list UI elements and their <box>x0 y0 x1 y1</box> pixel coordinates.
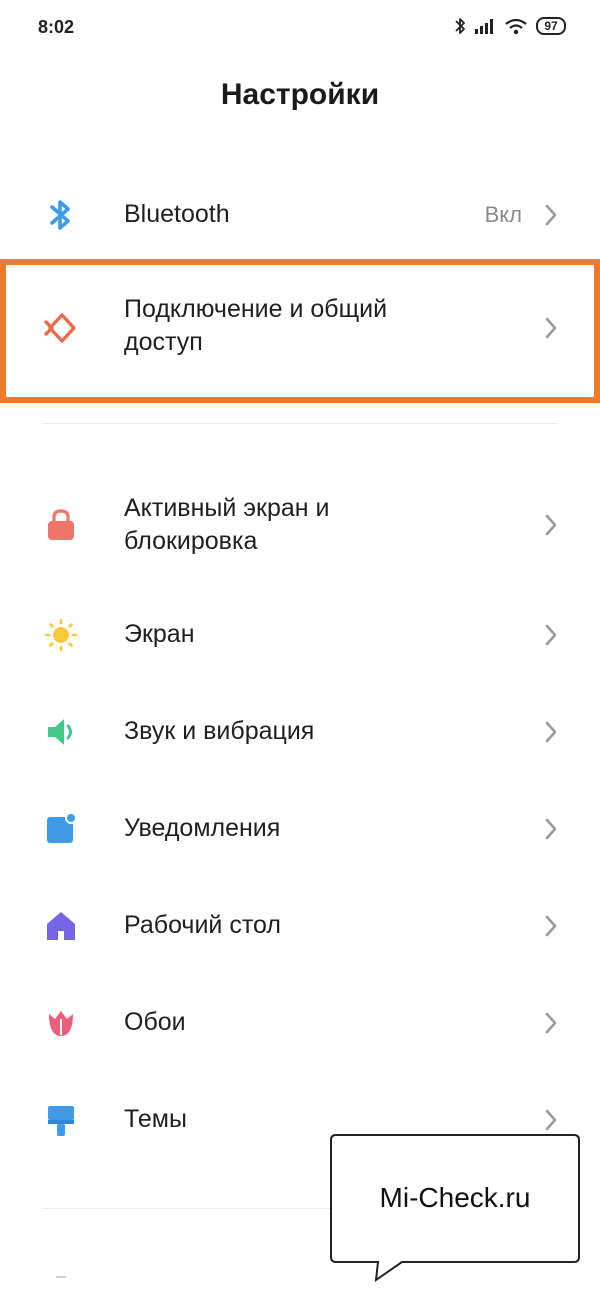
settings-item-sound[interactable]: Звук и вибрация <box>0 697 600 767</box>
wallpaper-flower-icon <box>42 1004 80 1042</box>
bluetooth-status-icon <box>455 18 465 34</box>
settings-item-connection-sharing[interactable]: Подключение и общий доступ <box>0 265 600 397</box>
chevron-right-icon <box>545 1109 557 1131</box>
chevron-right-icon <box>545 514 557 536</box>
settings-item-label: Обои <box>124 1008 186 1036</box>
partial-icon-hint <box>56 1276 66 1278</box>
settings-item-home-screen[interactable]: Рабочий стол <box>0 891 600 961</box>
status-bar: 8:02 97 <box>0 0 600 58</box>
status-time: 8:02 <box>38 17 75 37</box>
settings-item-label: Экран <box>124 620 195 648</box>
watermark-callout: Mi-Check.ru <box>330 1134 580 1282</box>
lock-icon <box>42 506 80 544</box>
chevron-right-icon <box>545 317 557 339</box>
settings-item-label: Bluetooth <box>124 200 230 228</box>
brush-icon <box>42 1101 80 1139</box>
watermark-text: Mi-Check.ru <box>379 1182 531 1213</box>
bluetooth-status-value: Вкл <box>484 202 522 227</box>
chevron-right-icon <box>545 204 557 226</box>
chevron-right-icon <box>545 624 557 646</box>
signal-icon <box>475 19 493 34</box>
chevron-right-icon <box>545 721 557 743</box>
status-icons: 97 <box>454 16 566 36</box>
settings-item-bluetooth[interactable]: Bluetooth Вкл <box>0 180 600 250</box>
chevron-right-icon <box>545 818 557 840</box>
section-divider <box>42 423 558 424</box>
connection-sharing-icon <box>42 309 80 347</box>
settings-item-label: Подключение и общий доступ <box>124 295 388 356</box>
settings-item-notifications[interactable]: Уведомления <box>0 794 600 864</box>
bluetooth-icon <box>42 196 80 234</box>
settings-item-label: Активный экран и блокировка <box>124 494 330 555</box>
home-icon <box>42 907 80 945</box>
chevron-right-icon <box>545 915 557 937</box>
settings-item-lock-screen[interactable]: Активный экран и блокировка <box>0 475 600 575</box>
settings-item-label: Уведомления <box>124 814 281 842</box>
page-title: Настройки <box>220 78 380 111</box>
settings-item-label: Рабочий стол <box>124 911 281 939</box>
sun-icon <box>42 616 80 654</box>
settings-item-wallpaper[interactable]: Обои <box>0 988 600 1058</box>
notification-icon <box>42 810 80 848</box>
settings-item-label: Звук и вибрация <box>124 717 315 745</box>
settings-item-display[interactable]: Экран <box>0 600 600 670</box>
settings-item-label: Темы <box>124 1105 187 1133</box>
wifi-icon <box>505 18 527 35</box>
speaker-icon <box>42 713 80 751</box>
chevron-right-icon <box>545 1012 557 1034</box>
battery-indicator: 97 <box>536 17 566 35</box>
